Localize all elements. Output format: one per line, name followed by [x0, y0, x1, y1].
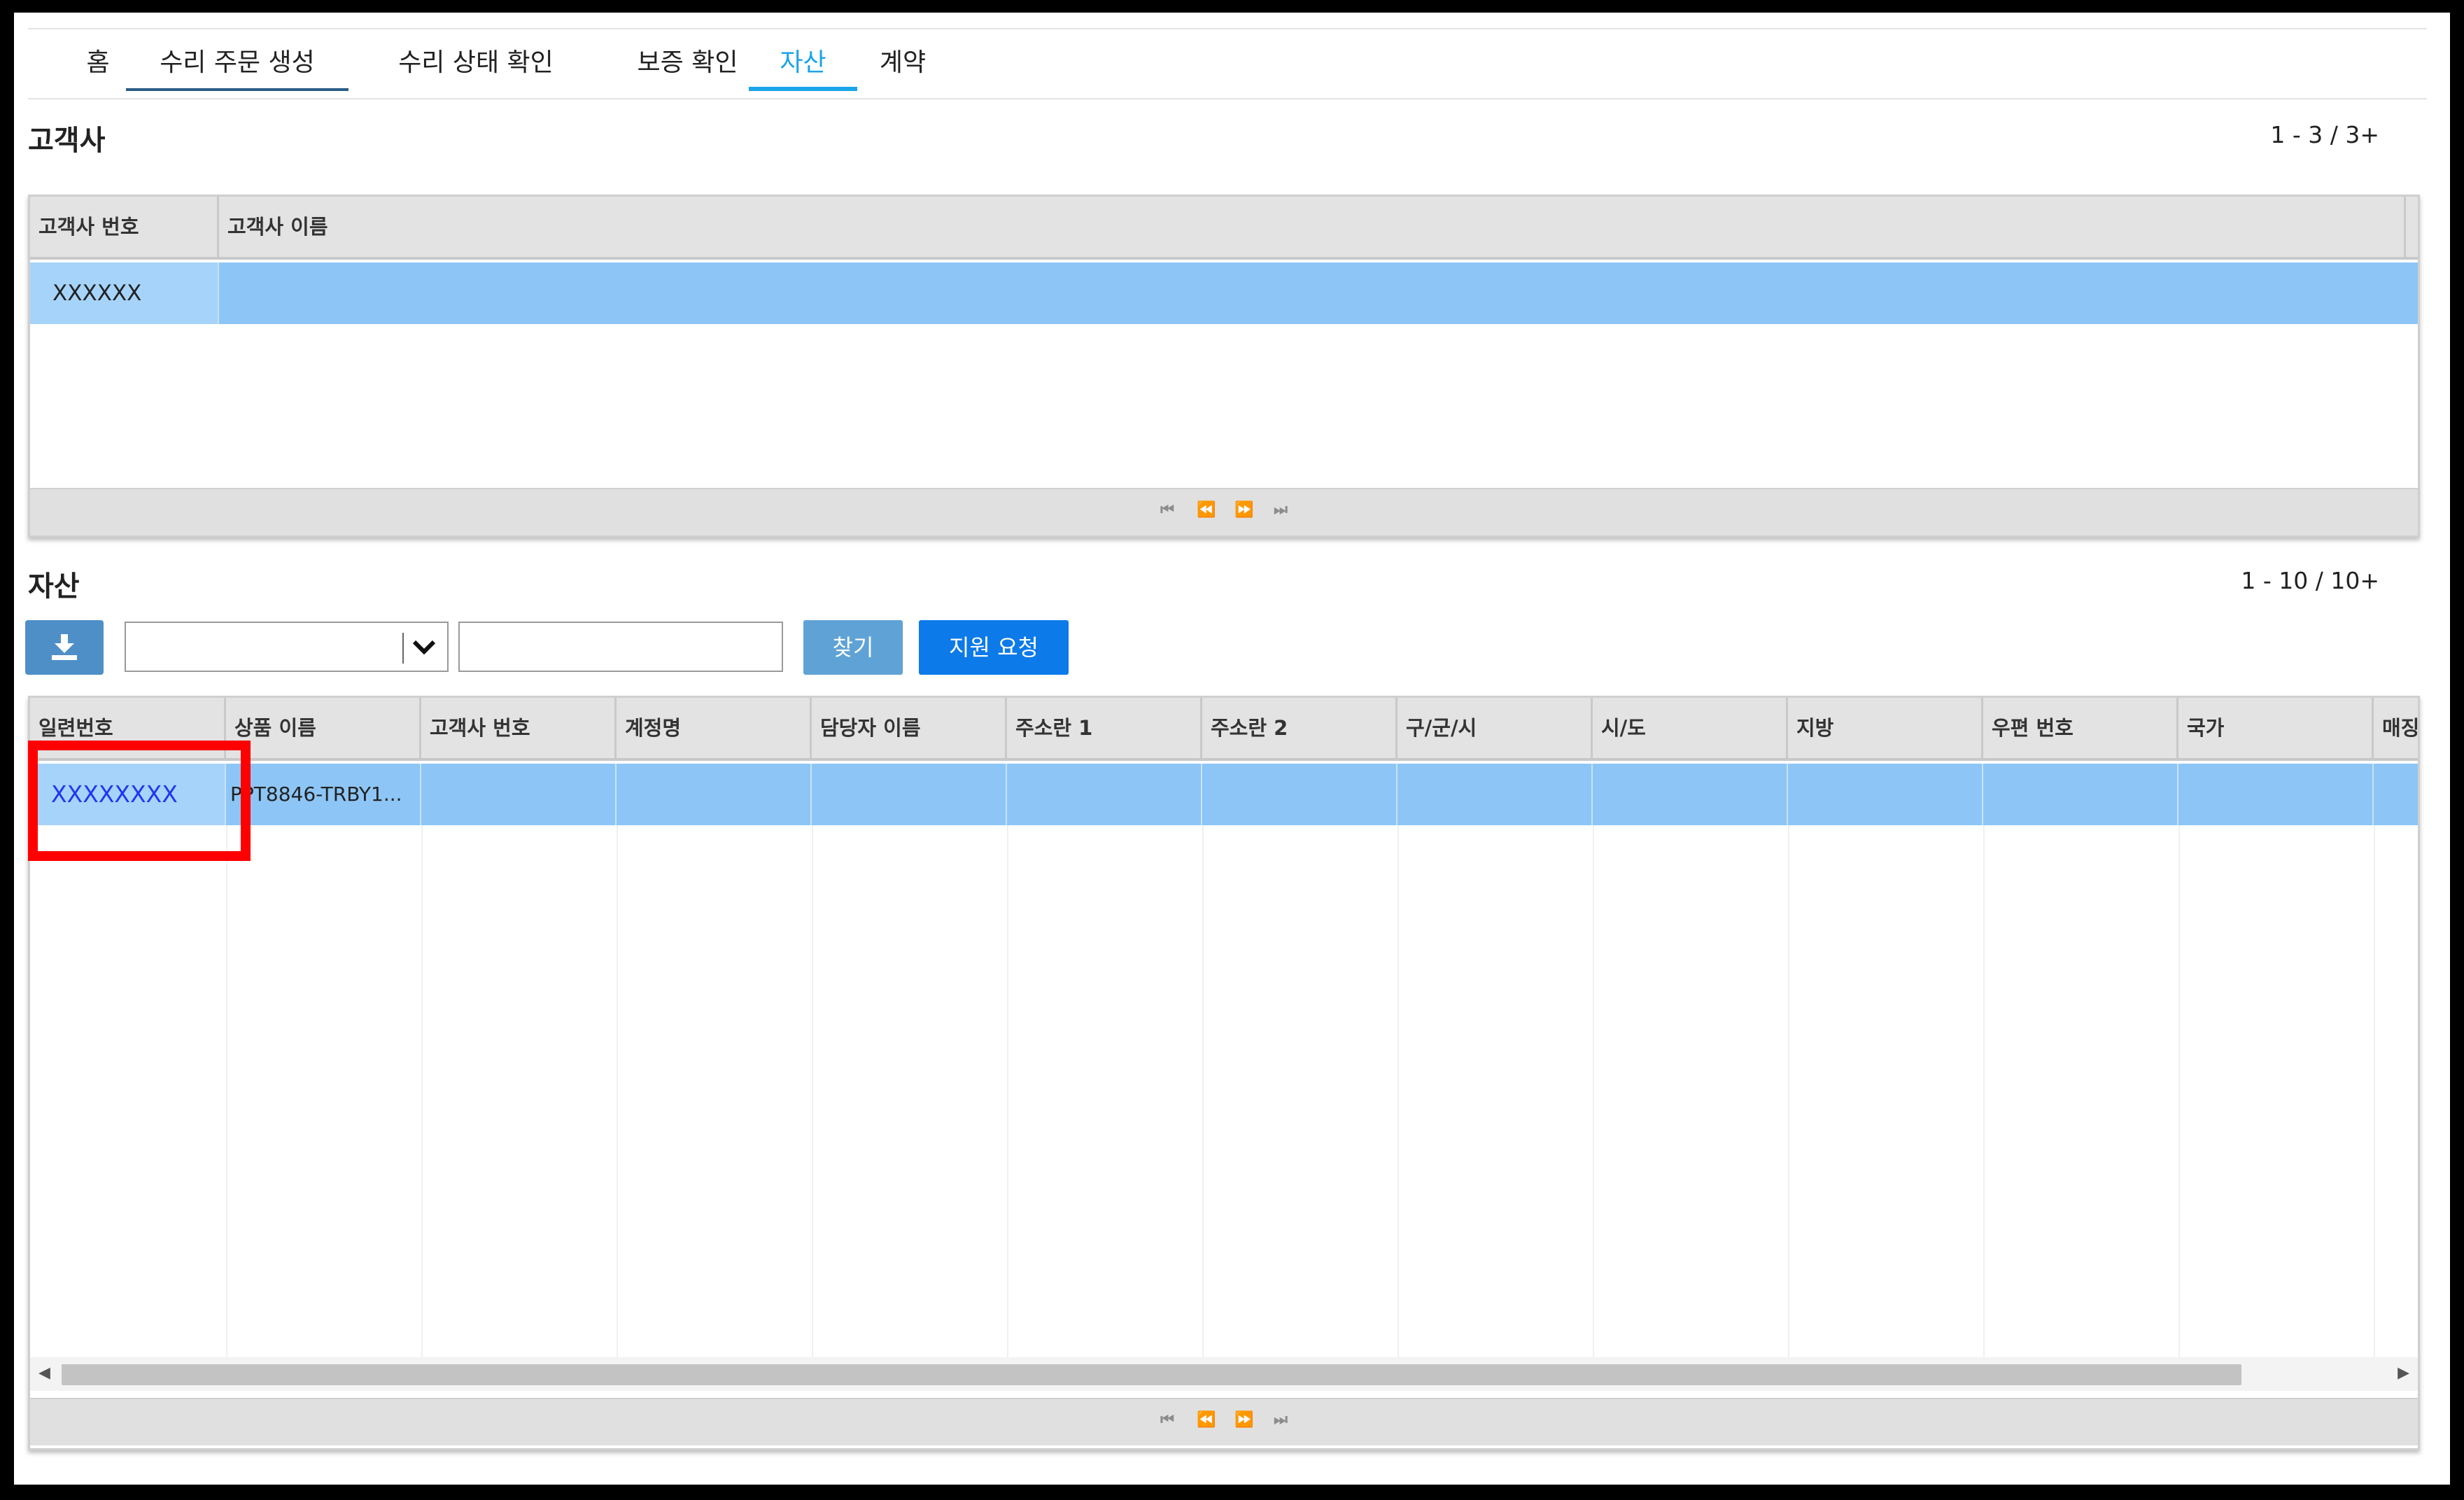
column-divider: [421, 825, 423, 1357]
customers-title: 고객사: [28, 125, 106, 157]
column-divider: [1983, 825, 1985, 1357]
column-header-city[interactable]: 구/군/시: [1398, 698, 1593, 758]
column-header-postal-code[interactable]: 우편 번호: [1983, 698, 2178, 758]
province-cell[interactable]: [1593, 764, 1788, 825]
assets-grid: 일련번호 상품 이름 고객사 번호 계정명 담당자 이름 주소란 1 주소란 2…: [28, 696, 2420, 1450]
find-button[interactable]: 찾기: [803, 620, 903, 675]
column-header-province[interactable]: 시/도: [1593, 698, 1788, 758]
column-header-region[interactable]: 지방: [1788, 698, 1983, 758]
prev-page-icon[interactable]: ⏪: [1197, 502, 1216, 519]
column-header-customer-number[interactable]: 고객사 번호: [30, 197, 219, 257]
annotation-highlight-box: [28, 741, 251, 861]
column-header-account-name[interactable]: 계정명: [617, 698, 812, 758]
download-icon: [52, 634, 77, 660]
column-divider: [1398, 825, 1399, 1357]
product-name-cell[interactable]: PPT8846-TRBY1...: [226, 764, 421, 825]
dealer-cell[interactable]: [2374, 764, 2418, 825]
postal-code-cell[interactable]: [1983, 764, 2178, 825]
column-header-address-1[interactable]: 주소란 1: [1007, 698, 1202, 758]
assets-grid-header: 일련번호 상품 이름 고객사 번호 계정명 담당자 이름 주소란 1 주소란 2…: [30, 698, 2418, 761]
next-page-icon[interactable]: ⏩: [1234, 502, 1253, 519]
tab-assets[interactable]: 자산: [749, 35, 857, 91]
select-divider: [402, 633, 404, 664]
column-header-product-name[interactable]: 상품 이름: [226, 698, 421, 758]
assets-page-count: 1 - 10 / 10+: [2241, 567, 2379, 594]
column-divider: [812, 825, 813, 1357]
scrollbar-thumb[interactable]: [62, 1364, 2241, 1385]
column-header-address-2[interactable]: 주소란 2: [1202, 698, 1398, 758]
column-header-customer-name[interactable]: 고객사 이름: [219, 197, 2406, 257]
column-header-customer-number[interactable]: 고객사 번호: [421, 698, 617, 758]
last-page-icon[interactable]: ⏭: [1272, 1412, 1289, 1429]
tab-create-repair-order[interactable]: 수리 주문 생성: [126, 35, 349, 91]
first-page-icon[interactable]: ⏮: [1159, 1412, 1176, 1429]
customers-grid-header: 고객사 번호 고객사 이름: [30, 197, 2418, 260]
column-divider: [1788, 825, 1789, 1357]
tab-home[interactable]: 홈: [70, 35, 126, 91]
assets-pager: ⏮ ⏪ ⏩ ⏭: [30, 1398, 2418, 1445]
address-2-cell[interactable]: [1202, 764, 1398, 825]
column-divider: [226, 825, 227, 1357]
customers-pager: ⏮ ⏪ ⏩ ⏭: [30, 488, 2418, 535]
customer-number-cell[interactable]: [421, 764, 617, 825]
tab-warranty-check[interactable]: 보증 확인: [602, 35, 773, 91]
table-row[interactable]: XXXXXXXX PPT8846-TRBY1...: [30, 764, 2418, 825]
support-request-button[interactable]: 지원 요청: [919, 620, 1069, 675]
next-page-icon[interactable]: ⏩: [1234, 1412, 1253, 1429]
customer-name-cell[interactable]: [219, 262, 2418, 324]
customers-page-count: 1 - 3 / 3+: [2270, 121, 2379, 148]
prev-page-icon[interactable]: ⏪: [1197, 1412, 1216, 1429]
column-divider: [617, 825, 618, 1357]
search-input[interactable]: [458, 622, 783, 672]
account-name-cell[interactable]: [617, 764, 812, 825]
column-divider: [2178, 825, 2180, 1357]
tab-repair-status[interactable]: 수리 상태 확인: [364, 35, 588, 91]
download-button[interactable]: [25, 620, 104, 675]
filter-select[interactable]: [125, 622, 449, 672]
tab-contracts[interactable]: 계약: [861, 35, 945, 91]
customers-grid: 고객사 번호 고객사 이름 XXXXXX ⏮ ⏪ ⏩ ⏭: [28, 195, 2420, 538]
scroll-left-icon[interactable]: ◀: [38, 1364, 50, 1382]
column-divider: [1593, 825, 1594, 1357]
column-header-dealer[interactable]: 매징: [2374, 698, 2418, 758]
horizontal-scrollbar[interactable]: ◀ ▶: [30, 1357, 2418, 1391]
first-page-icon[interactable]: ⏮: [1159, 502, 1176, 519]
city-cell[interactable]: [1398, 764, 1593, 825]
region-cell[interactable]: [1788, 764, 1983, 825]
assets-title: 자산: [28, 570, 80, 603]
customer-number-cell[interactable]: XXXXXX: [30, 262, 219, 324]
country-cell[interactable]: [2178, 764, 2374, 825]
tab-bar: 홈 수리 주문 생성 수리 상태 확인 보증 확인 자산 계약: [28, 28, 2427, 99]
table-row[interactable]: XXXXXX: [30, 262, 2418, 324]
address-1-cell[interactable]: [1007, 764, 1202, 825]
column-header-country[interactable]: 국가: [2178, 698, 2374, 758]
column-divider: [1007, 825, 1008, 1357]
app-window: 홈 수리 주문 생성 수리 상태 확인 보증 확인 자산 계약 고객사 1 - …: [14, 13, 2450, 1485]
scroll-right-icon[interactable]: ▶: [2398, 1364, 2409, 1382]
chevron-down-icon[interactable]: [412, 638, 436, 657]
column-header-contact-name[interactable]: 담당자 이름: [812, 698, 1007, 758]
column-divider: [1202, 825, 1204, 1357]
column-divider: [2374, 825, 2375, 1357]
contact-name-cell[interactable]: [812, 764, 1007, 825]
last-page-icon[interactable]: ⏭: [1272, 502, 1289, 519]
